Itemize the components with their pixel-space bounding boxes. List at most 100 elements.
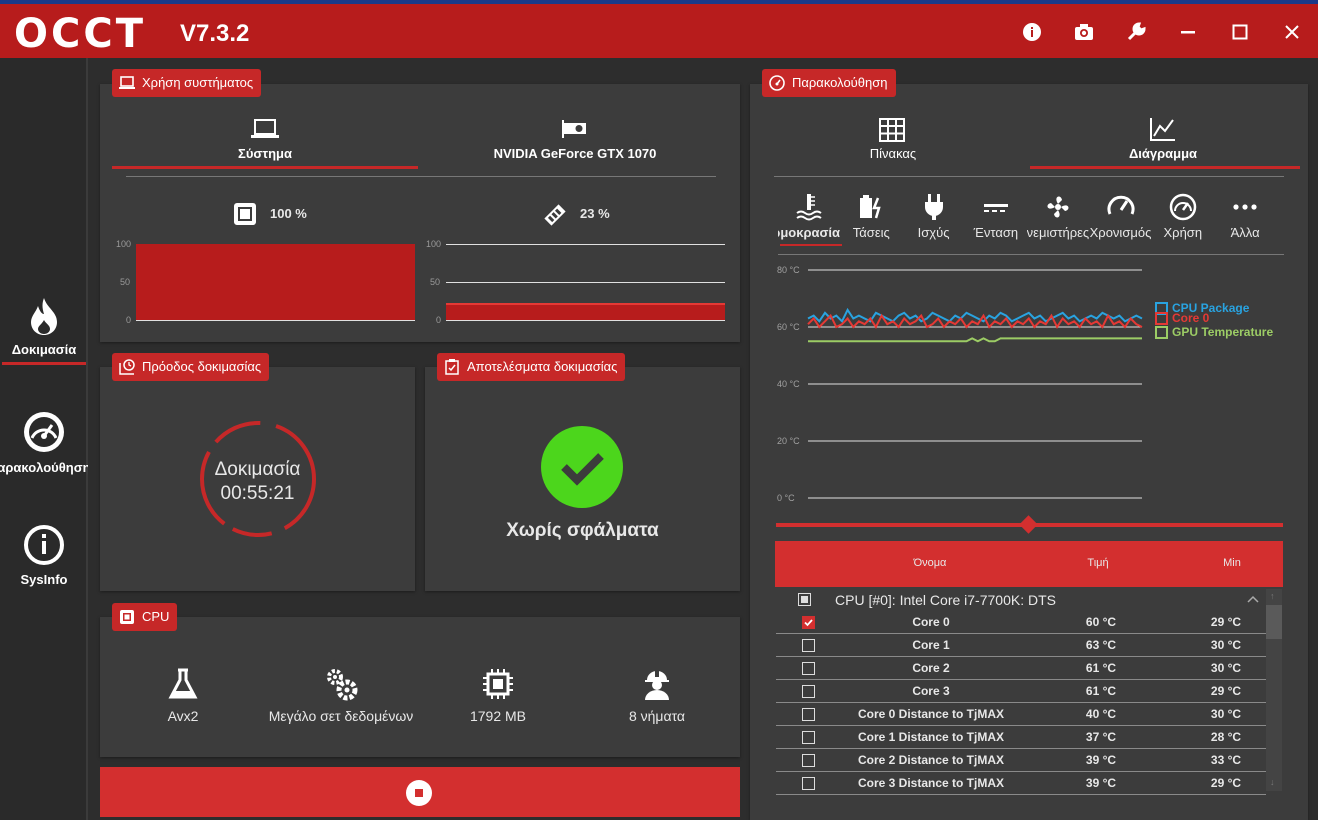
gauge-icon (24, 412, 64, 452)
category-tab[interactable]: Τάσεις (840, 192, 902, 242)
fan-icon (1027, 192, 1089, 227)
sensor-row[interactable]: Core 1 Distance to TjMAX 37 °C 28 °C (776, 726, 1266, 749)
axis-label: 0 (436, 315, 442, 325)
sidebar-item-monitoring[interactable]: Παρακολούθηση (0, 410, 88, 480)
cpu-panel: Avx2 Μεγάλο σετ δεδομένων 1792 MB 8 νήμα… (100, 617, 740, 757)
header-name[interactable]: Όνομα (885, 557, 975, 569)
sensor-min: 29 °C (1210, 776, 1242, 790)
category-tab[interactable]: Άλλα (1214, 192, 1276, 242)
sensor-name: Core 3 (912, 684, 950, 698)
tab-chart[interactable]: Διάγραμμα (1028, 114, 1300, 170)
tab-table[interactable]: Πίνακας (750, 114, 1026, 170)
chart-tick-label: 60 °C (777, 322, 800, 332)
sensor-min: 30 °C (1210, 707, 1242, 721)
sensor-value: 40 °C (1085, 707, 1117, 721)
category-tab[interactable]: Χρονισμός (1090, 192, 1152, 242)
cpu-item-label: 8 νήματα (628, 708, 686, 724)
panel-title-text: Αποτελέσματα δοκιμασίας (467, 359, 618, 374)
cpu-item-dataset: Μεγάλο σετ δεδομένων (260, 667, 422, 724)
sidebar-item-label: Δοκιμασία (11, 342, 77, 357)
sensor-row[interactable]: Core 0 60 °C 29 °C (776, 611, 1266, 634)
cpu-item-label: Avx2 (167, 708, 199, 724)
checkbox[interactable] (802, 708, 815, 721)
gpu-usage-value: 23 % (580, 206, 610, 221)
cpu-item-label: 1792 MB (469, 708, 527, 724)
memory-icon (544, 204, 566, 226)
axis-label: 50 (120, 277, 131, 287)
sensor-table-header: Όνομα Τιμή Min (775, 541, 1283, 587)
category-tab[interactable]: Ανεμιστήρες (1027, 192, 1089, 242)
tab-system-label: Σύστημα (238, 146, 292, 161)
sensor-name: Core 2 (912, 661, 950, 675)
sidebar-item-test[interactable]: Δοκιμασία (0, 296, 88, 366)
info-circle-icon (24, 525, 64, 565)
category-tab[interactable]: Χρήση (1152, 192, 1214, 242)
close-icon[interactable] (1278, 18, 1306, 46)
category-tab[interactable]: Ισχύς (903, 192, 965, 242)
tab-chart-label: Διάγραμμα (1128, 146, 1198, 161)
minimize-icon[interactable] (1174, 18, 1202, 46)
category-label: Χρονισμός (1089, 225, 1152, 240)
category-label: Ένταση (973, 225, 1019, 240)
cpu-item-instruction: Avx2 (118, 667, 248, 724)
checkbox[interactable] (802, 754, 815, 767)
checkbox-checked[interactable] (802, 616, 815, 629)
tab-gpu[interactable]: NVIDIA GeForce GTX 1070 (422, 114, 728, 170)
sensor-row[interactable]: Core 3 Distance to TjMAX 39 °C 29 °C (776, 772, 1266, 795)
panel-title-text: Παρακολούθηση (792, 75, 888, 90)
checkbox[interactable] (802, 662, 815, 675)
header-min[interactable]: Min (1207, 557, 1257, 569)
checkbox[interactable] (802, 731, 815, 744)
laptop-icon (251, 119, 279, 138)
cpu-usage-fill (136, 244, 415, 320)
sensor-category-tabs: ΘερμοκρασίαΤάσειςΙσχύςΈντασηΑνεμιστήρεςΧ… (778, 192, 1288, 242)
chevron-up-icon[interactable] (1247, 595, 1259, 603)
gauge-icon (769, 75, 785, 91)
info-icon[interactable] (1018, 18, 1046, 46)
slider-thumb[interactable] (1019, 515, 1038, 534)
sensor-value: 39 °C (1085, 776, 1117, 790)
checkbox[interactable] (802, 639, 815, 652)
camera-icon[interactable] (1070, 18, 1098, 46)
sidebar-item-sysinfo[interactable]: SysInfo (0, 524, 88, 594)
sensor-min: 30 °C (1210, 661, 1242, 675)
tab-system[interactable]: Σύστημα (112, 114, 418, 170)
sensor-name: Core 1 (912, 638, 950, 652)
panel-title-text: Χρήση συστήματος (142, 75, 254, 90)
flask-icon (168, 668, 198, 699)
sensor-row[interactable]: Core 2 Distance to TjMAX 39 °C 33 °C (776, 749, 1266, 772)
active-category-indicator (780, 244, 842, 246)
sensor-row[interactable]: Core 1 63 °C 30 °C (776, 634, 1266, 657)
cpu-item-memory: 1792 MB (433, 667, 563, 724)
thermometer-icon (778, 192, 840, 227)
sensor-group-name: CPU [#0]: Intel Core i7-7700K: DTS (835, 592, 1056, 608)
sensor-row[interactable]: Core 2 61 °C 30 °C (776, 657, 1266, 680)
worker-icon (645, 670, 669, 700)
chart-tick-label: 20 °C (777, 436, 800, 446)
cpu-panel-title: CPU (112, 603, 178, 631)
group-checkbox[interactable] (798, 593, 811, 606)
header-value[interactable]: Τιμή (1073, 557, 1123, 569)
series-line-cpu-package (807, 307, 1143, 323)
app-logo: OCCT (14, 11, 146, 57)
category-tab[interactable]: Ένταση (965, 192, 1027, 242)
scroll-up-arrow-icon[interactable]: ↑ (1270, 591, 1275, 601)
chart-tick-label: 0 °C (777, 493, 795, 503)
sensor-min: 30 °C (1210, 638, 1242, 652)
battery-bolt-icon (840, 192, 902, 227)
category-label: Χρήση (1163, 225, 1203, 240)
sensor-name: Core 2 Distance to TjMAX (857, 753, 1005, 767)
legend-swatch[interactable] (1155, 326, 1168, 339)
maximize-icon[interactable] (1226, 18, 1254, 46)
checkbox[interactable] (802, 777, 815, 790)
sensor-row[interactable]: Core 0 Distance to TjMAX 40 °C 30 °C (776, 703, 1266, 726)
sensor-row[interactable]: Core 3 61 °C 29 °C (776, 680, 1266, 703)
stop-test-button[interactable] (100, 767, 740, 817)
checkbox[interactable] (802, 685, 815, 698)
cpu-item-threads: 8 νήματα (592, 667, 722, 724)
gpu-card-icon (562, 120, 586, 138)
results-status: Χωρίς σφάλματα (506, 520, 659, 541)
clock-icon (119, 359, 135, 375)
wrench-icon[interactable] (1122, 18, 1150, 46)
category-tab[interactable]: Θερμοκρασία (778, 192, 840, 242)
